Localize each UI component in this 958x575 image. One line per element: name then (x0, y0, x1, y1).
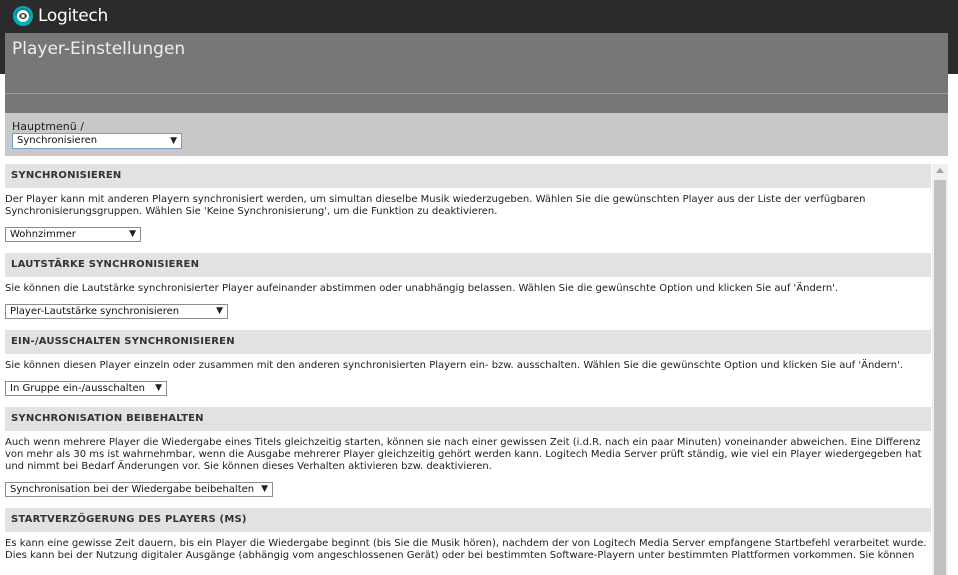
breadcrumb-panel: Hauptmenü / Synchronisieren ▼ (5, 113, 948, 156)
section-startup-delay: STARTVERZÖGERUNG DES PLAYERS (MS) Es kan… (5, 508, 931, 562)
section-volume-sync: LAUTSTÄRKE SYNCHRONISIEREN Sie können di… (5, 253, 931, 330)
section-heading: STARTVERZÖGERUNG DES PLAYERS (MS) (5, 508, 931, 532)
dropdown-arrow-icon: ▼ (261, 484, 268, 494)
maintain-sync-select-value: Synchronisation bei der Wiedergabe beibe… (10, 484, 255, 495)
settings-page-select[interactable]: Synchronisieren ▼ (12, 133, 182, 149)
volume-sync-select-value: Player-Lautstärke synchronisieren (10, 306, 180, 317)
section-heading: SYNCHRONISIEREN (5, 164, 931, 188)
power-sync-select-value: In Gruppe ein-/ausschalten (10, 383, 145, 394)
section-description: Auch wenn mehrere Player die Wiedergabe … (5, 437, 922, 472)
volume-sync-select[interactable]: Player-Lautstärke synchronisieren ▼ (5, 304, 228, 319)
breadcrumb[interactable]: Hauptmenü / (12, 120, 84, 133)
section-description: Sie können diesen Player einzeln oder zu… (5, 360, 903, 371)
section-description: Sie können die Lautstärke synchronisiert… (5, 283, 839, 294)
settings-page-select-value: Synchronisieren (17, 135, 98, 146)
section-heading: LAUTSTÄRKE SYNCHRONISIEREN (5, 253, 931, 277)
dropdown-arrow-icon: ▼ (216, 306, 223, 316)
vertical-scrollbar[interactable] (932, 164, 948, 575)
page-title: Player-Einstellungen (12, 39, 186, 59)
scroll-up-icon[interactable] (936, 168, 944, 173)
dropdown-arrow-icon: ▼ (155, 383, 162, 393)
dropdown-arrow-icon: ▼ (170, 136, 177, 146)
logo[interactable]: Logitech (12, 5, 108, 27)
dropdown-arrow-icon: ▼ (129, 229, 136, 239)
section-heading: EIN-/AUSSCHALTEN SYNCHRONISIEREN (5, 330, 931, 354)
section-heading: SYNCHRONISATION BEIBEHALTEN (5, 407, 931, 431)
maintain-sync-select[interactable]: Synchronisation bei der Wiedergabe beibe… (5, 482, 273, 497)
divider (5, 93, 948, 94)
section-description: Der Player kann mit anderen Playern sync… (5, 194, 866, 217)
section-description: Es kann eine gewisse Zeit dauern, bis ei… (5, 538, 927, 561)
section-power-sync: EIN-/AUSSCHALTEN SYNCHRONISIEREN Sie kön… (5, 330, 931, 407)
section-maintain-sync: SYNCHRONISATION BEIBEHALTEN Auch wenn me… (5, 407, 931, 508)
sync-group-select-value: Wohnzimmer (10, 229, 76, 240)
section-sync: SYNCHRONISIEREN Der Player kann mit ande… (5, 164, 931, 253)
settings-content: SYNCHRONISIEREN Der Player kann mit ande… (5, 164, 931, 575)
power-sync-select[interactable]: In Gruppe ein-/ausschalten ▼ (5, 381, 167, 396)
scrollbar-thumb[interactable] (934, 180, 946, 575)
sync-group-select[interactable]: Wohnzimmer ▼ (5, 227, 141, 242)
title-panel: Player-Einstellungen (5, 33, 948, 113)
logitech-logo-icon (13, 6, 33, 26)
brand-name: Logitech (38, 6, 108, 26)
